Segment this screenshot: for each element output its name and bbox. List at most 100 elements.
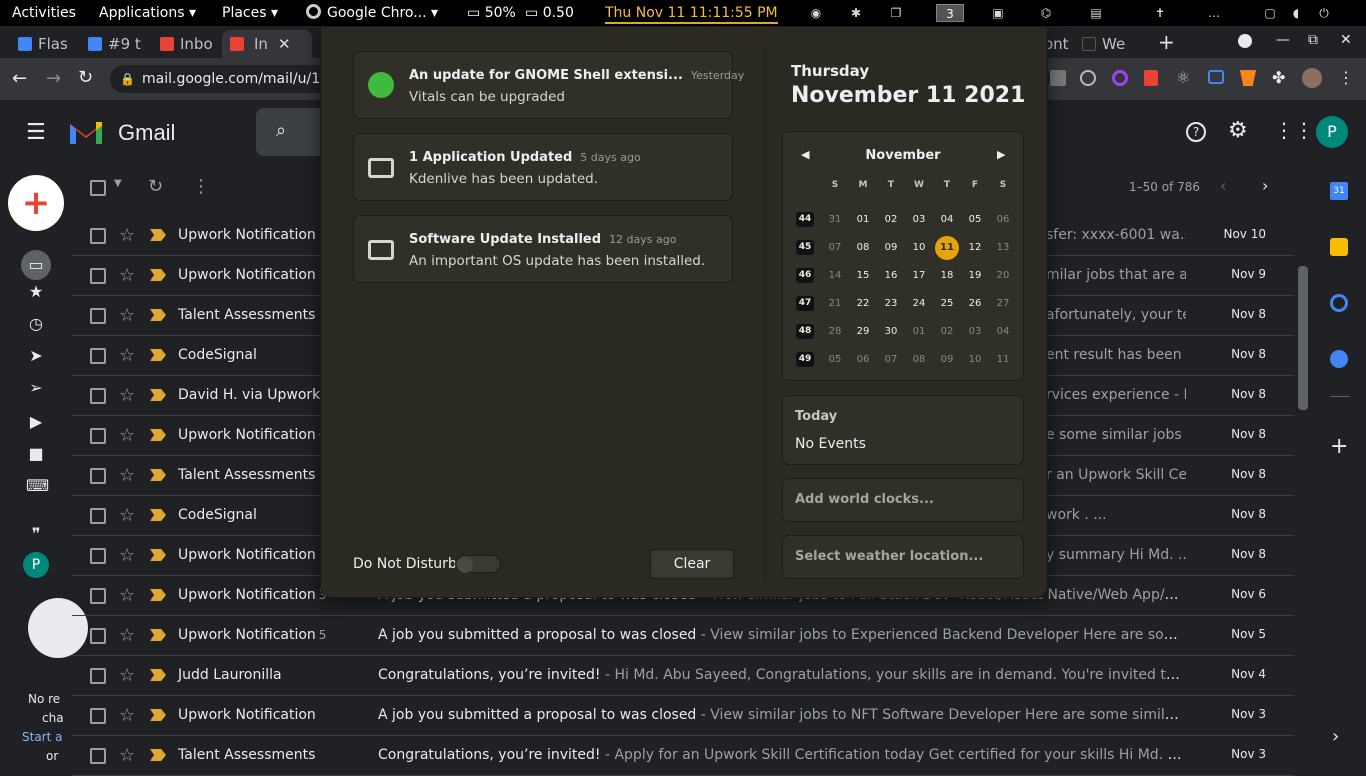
inbox-icon[interactable]: ▭ bbox=[21, 250, 51, 280]
calendar-day[interactable]: 12 bbox=[963, 236, 987, 260]
settings-gear-icon[interactable]: ⚙ bbox=[1228, 118, 1248, 143]
important-marker-icon[interactable] bbox=[150, 429, 166, 441]
star-icon[interactable]: ☆ bbox=[119, 385, 135, 406]
forward-icon[interactable]: → bbox=[46, 68, 61, 89]
dnd-toggle[interactable] bbox=[455, 555, 501, 573]
contacts-icon[interactable] bbox=[1330, 350, 1348, 368]
tasks-icon[interactable] bbox=[1330, 294, 1348, 312]
account-avatar[interactable]: P bbox=[1316, 116, 1348, 148]
places-menu[interactable]: Places ▾ bbox=[222, 0, 278, 26]
calendar-day[interactable]: 04 bbox=[935, 208, 959, 232]
extension-3-icon[interactable] bbox=[1144, 70, 1158, 86]
clipboard-icon[interactable]: ▤ bbox=[1088, 5, 1104, 21]
calendar-day[interactable]: 31 bbox=[823, 208, 847, 232]
email-row[interactable]: ☆ Upwork Notification 5 A job you submitted… bbox=[72, 616, 1294, 656]
calendar-day[interactable]: 02 bbox=[935, 320, 959, 344]
starred-icon[interactable]: ★ bbox=[26, 282, 46, 302]
row-checkbox[interactable] bbox=[90, 588, 106, 604]
events-panel[interactable]: Today No Events bbox=[782, 395, 1024, 465]
calendar-day[interactable]: 18 bbox=[935, 264, 959, 288]
star-icon[interactable]: ☆ bbox=[119, 225, 135, 246]
power-icon[interactable]: ⏻ bbox=[1316, 5, 1332, 21]
hangouts-icon[interactable]: ❞ bbox=[26, 524, 46, 544]
star-icon[interactable]: ☆ bbox=[119, 345, 135, 366]
star-icon[interactable]: ☆ bbox=[119, 745, 135, 766]
refresh-icon[interactable]: ↻ bbox=[148, 176, 163, 197]
extension-1-icon[interactable] bbox=[1050, 70, 1066, 86]
calendar-day[interactable]: 11 bbox=[935, 236, 959, 260]
extension-4-icon[interactable] bbox=[1208, 70, 1224, 84]
star-icon[interactable]: ☆ bbox=[119, 425, 135, 446]
calendar-day[interactable]: 01 bbox=[851, 208, 875, 232]
star-icon[interactable]: ☆ bbox=[119, 625, 135, 646]
screenshot-icon[interactable]: ▣ bbox=[990, 5, 1006, 21]
tab-search-icon[interactable] bbox=[1238, 34, 1252, 48]
important-marker-icon[interactable] bbox=[150, 549, 166, 561]
react-devtools-icon[interactable]: ⚛ bbox=[1176, 68, 1190, 87]
star-icon[interactable]: ☆ bbox=[119, 705, 135, 726]
weather-button[interactable]: Select weather location... bbox=[782, 535, 1024, 579]
sent-icon[interactable]: ➢ bbox=[26, 378, 46, 398]
meet-icon[interactable]: ▶ bbox=[26, 412, 46, 432]
browser-tab-3[interactable]: Inbo bbox=[160, 30, 216, 58]
star-icon[interactable]: ☆ bbox=[119, 545, 135, 566]
calendar-day[interactable]: 28 bbox=[823, 320, 847, 344]
calendar-day[interactable]: 15 bbox=[851, 264, 875, 288]
next-month-icon[interactable]: ▶ bbox=[997, 148, 1005, 161]
calendar-day[interactable]: 16 bbox=[879, 264, 903, 288]
calendar-day[interactable]: 21 bbox=[823, 292, 847, 316]
important-marker-icon[interactable] bbox=[150, 309, 166, 321]
calendar-day[interactable]: 10 bbox=[963, 348, 987, 372]
accessibility-icon[interactable]: ✝ bbox=[1152, 5, 1168, 21]
browser-tab-active[interactable]: In ✕ bbox=[222, 30, 312, 58]
prev-page-icon[interactable]: ‹ bbox=[1220, 176, 1226, 195]
calendar-day[interactable]: 04 bbox=[991, 320, 1015, 344]
notification-1[interactable]: An update for GNOME Shell extensi... Yest… bbox=[353, 51, 744, 119]
load-indicator[interactable]: ▭ 0.50 bbox=[525, 0, 574, 26]
browser-tab-right-2[interactable]: We bbox=[1082, 30, 1142, 58]
battery-indicator[interactable]: ▭ 50% bbox=[467, 0, 516, 26]
overflow-icon[interactable]: … bbox=[1206, 5, 1222, 21]
calendar-day[interactable]: 02 bbox=[879, 208, 903, 232]
snoozed-icon[interactable]: ◷ bbox=[26, 314, 46, 334]
clock-button[interactable]: Thu Nov 11 11:11:55 PM bbox=[605, 0, 778, 24]
row-checkbox[interactable] bbox=[90, 508, 106, 524]
gmail-title[interactable]: Gmail bbox=[118, 120, 175, 146]
important-marker-icon[interactable] bbox=[150, 229, 166, 241]
calendar-day[interactable]: 26 bbox=[963, 292, 987, 316]
email-row[interactable]: ☆ Judd Lauronilla Congratulations, you’re … bbox=[72, 656, 1294, 696]
calendar-day[interactable]: 29 bbox=[851, 320, 875, 344]
row-checkbox[interactable] bbox=[90, 228, 106, 244]
keyboard-icon[interactable]: ⌨ bbox=[26, 476, 49, 496]
browser-tab-1[interactable]: Flas bbox=[18, 30, 73, 58]
row-checkbox[interactable] bbox=[90, 428, 106, 444]
calendar-day[interactable]: 07 bbox=[879, 348, 903, 372]
close-window-icon[interactable]: ✕ bbox=[1340, 32, 1352, 48]
volume-icon[interactable]: ◖ bbox=[1288, 5, 1304, 21]
workspace-indicator[interactable]: 3 bbox=[936, 4, 964, 22]
reload-icon[interactable]: ↻ bbox=[78, 67, 93, 88]
calendar-day[interactable]: 30 bbox=[879, 320, 903, 344]
window-icon[interactable]: ▢ bbox=[1262, 5, 1278, 21]
profile-avatar[interactable] bbox=[1302, 68, 1322, 88]
select-dropdown-icon[interactable]: ▼ bbox=[114, 178, 122, 189]
row-checkbox[interactable] bbox=[90, 748, 106, 764]
browser-menu-icon[interactable]: ⋮ bbox=[1338, 68, 1354, 87]
start-chat-link[interactable]: Start a bbox=[22, 730, 62, 744]
browser-tab-2[interactable]: #9 t bbox=[88, 30, 146, 58]
chrome-app-menu[interactable]: Google Chro... ▾ bbox=[306, 0, 438, 26]
expand-panel-icon[interactable]: › bbox=[1332, 726, 1339, 747]
calendar-day[interactable]: 24 bbox=[907, 292, 931, 316]
window-switch-icon[interactable]: ❐ bbox=[888, 5, 904, 21]
activities-button[interactable]: Activities bbox=[12, 0, 76, 26]
calendar-day[interactable]: 20 bbox=[991, 264, 1015, 288]
calendar-day[interactable]: 06 bbox=[991, 208, 1015, 232]
extensions-puzzle-icon[interactable]: ✤ bbox=[1272, 68, 1285, 87]
next-page-icon[interactable]: › bbox=[1262, 176, 1268, 195]
new-tab-icon[interactable]: + bbox=[1158, 30, 1175, 54]
row-checkbox[interactable] bbox=[90, 468, 106, 484]
extension-2-icon[interactable] bbox=[1080, 70, 1096, 86]
calendar-day[interactable]: 08 bbox=[907, 348, 931, 372]
important-marker-icon[interactable] bbox=[150, 709, 166, 721]
calendar-day[interactable]: 19 bbox=[963, 264, 987, 288]
